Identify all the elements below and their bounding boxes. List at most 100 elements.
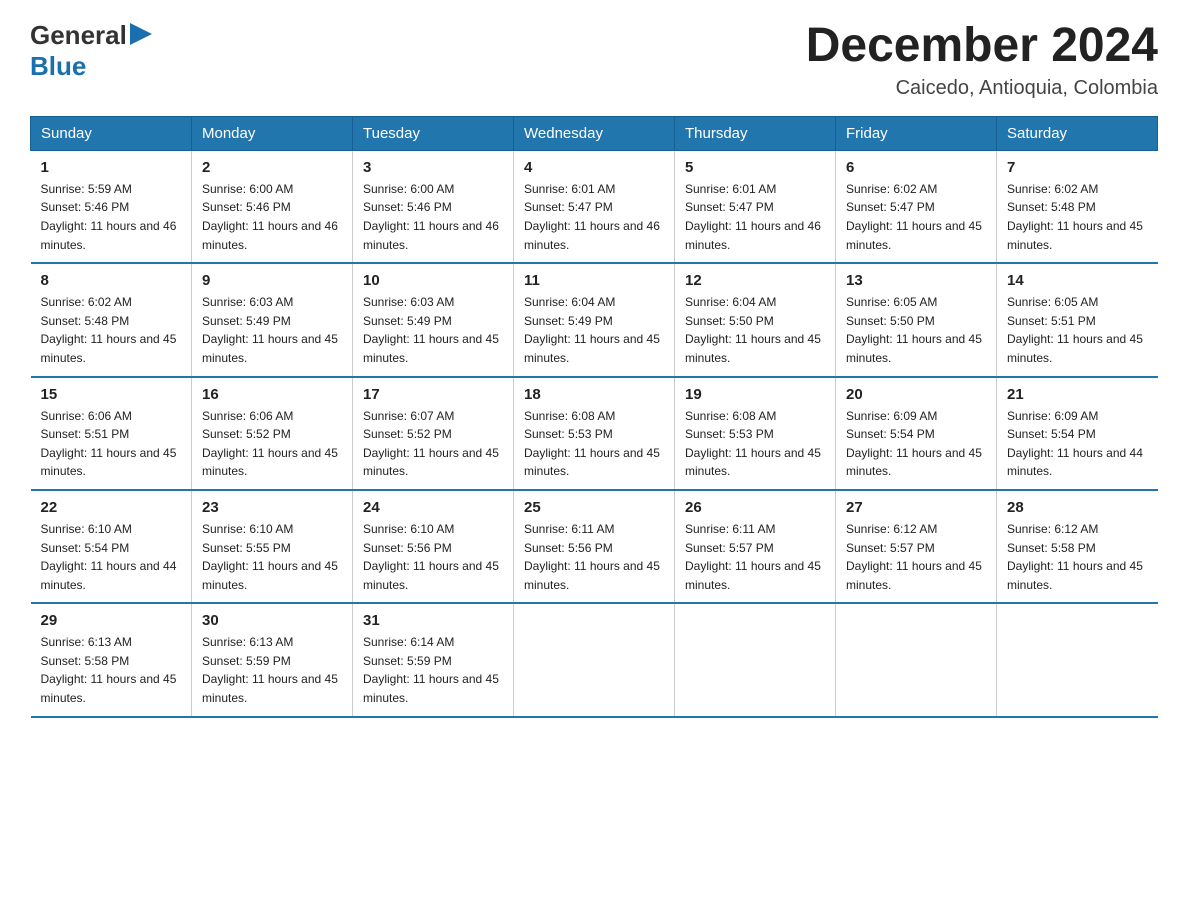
day-number: 6 bbox=[846, 159, 986, 176]
day-info: Sunrise: 6:01 AMSunset: 5:47 PMDaylight:… bbox=[685, 180, 825, 254]
calendar-cell: 25Sunrise: 6:11 AMSunset: 5:56 PMDayligh… bbox=[514, 490, 675, 603]
day-info: Sunrise: 5:59 AMSunset: 5:46 PMDaylight:… bbox=[41, 180, 182, 254]
day-info: Sunrise: 6:00 AMSunset: 5:46 PMDaylight:… bbox=[363, 180, 503, 254]
calendar-cell: 20 Sunrise: 6:09 AMSunset: 5:54 PMDayligh… bbox=[836, 377, 997, 490]
day-number: 5 bbox=[685, 159, 825, 176]
column-header-wednesday: Wednesday bbox=[514, 116, 675, 150]
calendar-week-row: 29 Sunrise: 6:13 AMSunset: 5:58 PMDayligh… bbox=[31, 603, 1158, 716]
day-info: Sunrise: 6:06 AMSunset: 5:51 PMDaylight:… bbox=[41, 407, 182, 481]
day-info: Sunrise: 6:09 AMSunset: 5:54 PMDaylight:… bbox=[1007, 407, 1148, 481]
day-number: 22 bbox=[41, 499, 182, 516]
day-number: 29 bbox=[41, 612, 182, 629]
title-section: December 2024 Caicedo, Antioquia, Colomb… bbox=[806, 20, 1158, 100]
logo-blue-text: Blue bbox=[30, 51, 86, 81]
day-number: 31 bbox=[363, 612, 503, 629]
location-title: Caicedo, Antioquia, Colombia bbox=[806, 77, 1158, 100]
day-number: 26 bbox=[685, 499, 825, 516]
calendar-cell: 24 Sunrise: 6:10 AMSunset: 5:56 PMDayligh… bbox=[353, 490, 514, 603]
calendar-cell bbox=[997, 603, 1158, 716]
day-number: 17 bbox=[363, 386, 503, 403]
calendar-cell: 9Sunrise: 6:03 AMSunset: 5:49 PMDaylight… bbox=[192, 263, 353, 376]
calendar-cell bbox=[514, 603, 675, 716]
calendar-cell: 14Sunrise: 6:05 AMSunset: 5:51 PMDayligh… bbox=[997, 263, 1158, 376]
day-info: Sunrise: 6:01 AMSunset: 5:47 PMDaylight:… bbox=[524, 180, 664, 254]
calendar-table: SundayMondayTuesdayWednesdayThursdayFrid… bbox=[30, 116, 1158, 718]
day-info: Sunrise: 6:04 AMSunset: 5:49 PMDaylight:… bbox=[524, 293, 664, 367]
calendar-cell: 18Sunrise: 6:08 AMSunset: 5:53 PMDayligh… bbox=[514, 377, 675, 490]
day-info: Sunrise: 6:02 AMSunset: 5:48 PMDaylight:… bbox=[1007, 180, 1148, 254]
day-info: Sunrise: 6:02 AMSunset: 5:48 PMDaylight:… bbox=[41, 293, 182, 367]
day-info: Sunrise: 6:12 AMSunset: 5:58 PMDaylight:… bbox=[1007, 520, 1148, 594]
calendar-cell: 23 Sunrise: 6:10 AMSunset: 5:55 PMDayligh… bbox=[192, 490, 353, 603]
day-info: Sunrise: 6:04 AMSunset: 5:50 PMDaylight:… bbox=[685, 293, 825, 367]
day-number: 20 bbox=[846, 386, 986, 403]
day-info: Sunrise: 6:12 AMSunset: 5:57 PMDaylight:… bbox=[846, 520, 986, 594]
calendar-cell bbox=[836, 603, 997, 716]
calendar-cell: 12 Sunrise: 6:04 AMSunset: 5:50 PMDayligh… bbox=[675, 263, 836, 376]
calendar-week-row: 8 Sunrise: 6:02 AMSunset: 5:48 PMDaylight… bbox=[31, 263, 1158, 376]
day-info: Sunrise: 6:08 AMSunset: 5:53 PMDaylight:… bbox=[524, 407, 664, 481]
calendar-cell: 30 Sunrise: 6:13 AMSunset: 5:59 PMDayligh… bbox=[192, 603, 353, 716]
calendar-cell: 4 Sunrise: 6:01 AMSunset: 5:47 PMDaylight… bbox=[514, 150, 675, 263]
calendar-cell: 27 Sunrise: 6:12 AMSunset: 5:57 PMDayligh… bbox=[836, 490, 997, 603]
day-number: 13 bbox=[846, 272, 986, 289]
day-info: Sunrise: 6:11 AMSunset: 5:57 PMDaylight:… bbox=[685, 520, 825, 594]
calendar-cell: 11Sunrise: 6:04 AMSunset: 5:49 PMDayligh… bbox=[514, 263, 675, 376]
day-number: 3 bbox=[363, 159, 503, 176]
logo-triangle-icon bbox=[130, 23, 152, 45]
month-title: December 2024 bbox=[806, 20, 1158, 73]
day-number: 23 bbox=[202, 499, 342, 516]
day-info: Sunrise: 6:08 AMSunset: 5:53 PMDaylight:… bbox=[685, 407, 825, 481]
day-number: 10 bbox=[363, 272, 503, 289]
calendar-cell: 15Sunrise: 6:06 AMSunset: 5:51 PMDayligh… bbox=[31, 377, 192, 490]
day-number: 1 bbox=[41, 159, 182, 176]
day-info: Sunrise: 6:10 AMSunset: 5:55 PMDaylight:… bbox=[202, 520, 342, 594]
day-number: 27 bbox=[846, 499, 986, 516]
day-number: 24 bbox=[363, 499, 503, 516]
calendar-cell: 17 Sunrise: 6:07 AMSunset: 5:52 PMDayligh… bbox=[353, 377, 514, 490]
calendar-cell: 10Sunrise: 6:03 AMSunset: 5:49 PMDayligh… bbox=[353, 263, 514, 376]
calendar-cell: 16 Sunrise: 6:06 AMSunset: 5:52 PMDayligh… bbox=[192, 377, 353, 490]
day-info: Sunrise: 6:13 AMSunset: 5:59 PMDaylight:… bbox=[202, 633, 342, 707]
column-header-thursday: Thursday bbox=[675, 116, 836, 150]
calendar-cell: 6 Sunrise: 6:02 AMSunset: 5:47 PMDaylight… bbox=[836, 150, 997, 263]
day-number: 9 bbox=[202, 272, 342, 289]
day-info: Sunrise: 6:13 AMSunset: 5:58 PMDaylight:… bbox=[41, 633, 182, 707]
day-info: Sunrise: 6:14 AMSunset: 5:59 PMDaylight:… bbox=[363, 633, 503, 707]
page-header: General Blue December 2024 Caicedo, Anti… bbox=[30, 20, 1158, 100]
calendar-week-row: 1 Sunrise: 5:59 AMSunset: 5:46 PMDaylight… bbox=[31, 150, 1158, 263]
calendar-cell: 13Sunrise: 6:05 AMSunset: 5:50 PMDayligh… bbox=[836, 263, 997, 376]
day-info: Sunrise: 6:05 AMSunset: 5:51 PMDaylight:… bbox=[1007, 293, 1148, 367]
calendar-cell: 29 Sunrise: 6:13 AMSunset: 5:58 PMDayligh… bbox=[31, 603, 192, 716]
calendar-cell: 8 Sunrise: 6:02 AMSunset: 5:48 PMDaylight… bbox=[31, 263, 192, 376]
day-number: 19 bbox=[685, 386, 825, 403]
day-number: 2 bbox=[202, 159, 342, 176]
calendar-cell: 21 Sunrise: 6:09 AMSunset: 5:54 PMDayligh… bbox=[997, 377, 1158, 490]
day-info: Sunrise: 6:10 AMSunset: 5:54 PMDaylight:… bbox=[41, 520, 182, 594]
day-number: 16 bbox=[202, 386, 342, 403]
column-header-sunday: Sunday bbox=[31, 116, 192, 150]
day-info: Sunrise: 6:10 AMSunset: 5:56 PMDaylight:… bbox=[363, 520, 503, 594]
day-number: 4 bbox=[524, 159, 664, 176]
day-info: Sunrise: 6:02 AMSunset: 5:47 PMDaylight:… bbox=[846, 180, 986, 254]
day-info: Sunrise: 6:07 AMSunset: 5:52 PMDaylight:… bbox=[363, 407, 503, 481]
calendar-cell: 2 Sunrise: 6:00 AMSunset: 5:46 PMDaylight… bbox=[192, 150, 353, 263]
calendar-cell: 22 Sunrise: 6:10 AMSunset: 5:54 PMDayligh… bbox=[31, 490, 192, 603]
day-number: 25 bbox=[524, 499, 664, 516]
day-info: Sunrise: 6:06 AMSunset: 5:52 PMDaylight:… bbox=[202, 407, 342, 481]
day-info: Sunrise: 6:00 AMSunset: 5:46 PMDaylight:… bbox=[202, 180, 342, 254]
calendar-cell: 19 Sunrise: 6:08 AMSunset: 5:53 PMDayligh… bbox=[675, 377, 836, 490]
day-number: 7 bbox=[1007, 159, 1148, 176]
day-number: 21 bbox=[1007, 386, 1148, 403]
column-header-monday: Monday bbox=[192, 116, 353, 150]
day-number: 30 bbox=[202, 612, 342, 629]
day-number: 8 bbox=[41, 272, 182, 289]
day-info: Sunrise: 6:09 AMSunset: 5:54 PMDaylight:… bbox=[846, 407, 986, 481]
logo: General Blue bbox=[30, 20, 152, 82]
day-number: 12 bbox=[685, 272, 825, 289]
calendar-cell: 31 Sunrise: 6:14 AMSunset: 5:59 PMDayligh… bbox=[353, 603, 514, 716]
calendar-cell bbox=[675, 603, 836, 716]
calendar-week-row: 15Sunrise: 6:06 AMSunset: 5:51 PMDayligh… bbox=[31, 377, 1158, 490]
day-number: 28 bbox=[1007, 499, 1148, 516]
calendar-week-row: 22 Sunrise: 6:10 AMSunset: 5:54 PMDayligh… bbox=[31, 490, 1158, 603]
